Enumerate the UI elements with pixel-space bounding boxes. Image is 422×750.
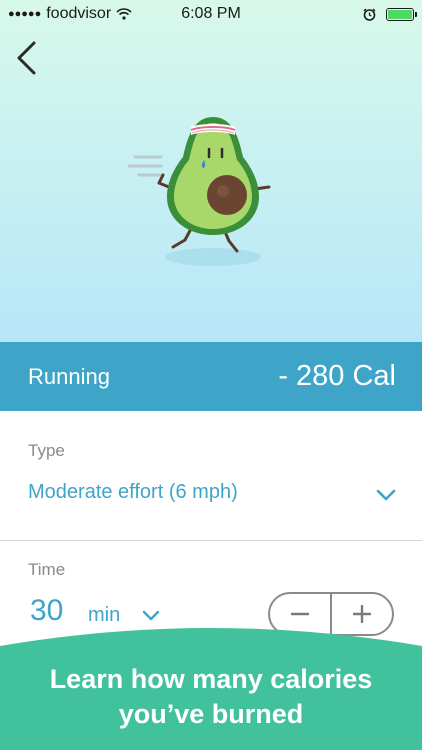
calories-burned: - 280 Cal: [278, 360, 396, 392]
chevron-left-icon: [17, 41, 36, 75]
activity-name: Running: [28, 363, 110, 389]
activity-header: Running - 280 Cal: [0, 342, 422, 411]
type-section: Type Moderate effort (6 mph): [0, 411, 422, 541]
avocado-running-icon: [127, 117, 271, 266]
banner-text: Learn how many calories you’ve burned: [0, 662, 422, 732]
time-label: Time: [28, 560, 66, 579]
status-time: 6:08 PM: [181, 5, 241, 22]
promo-banner: Learn how many calories you’ve burned: [0, 618, 422, 750]
back-button[interactable]: [14, 40, 40, 76]
banner-line-2: you’ve burned: [118, 699, 304, 729]
chevron-down-icon[interactable]: [376, 489, 396, 501]
battery-icon: [386, 7, 417, 21]
minus-icon: [291, 612, 309, 616]
type-select[interactable]: Moderate effort (6 mph): [28, 481, 238, 504]
hero-illustration-area: [0, 0, 422, 342]
banner-line-1: Learn how many calories: [49, 664, 373, 694]
type-label: Type: [28, 441, 65, 460]
status-bar: ●●●●● foodvisor 6:08 PM: [0, 0, 422, 28]
